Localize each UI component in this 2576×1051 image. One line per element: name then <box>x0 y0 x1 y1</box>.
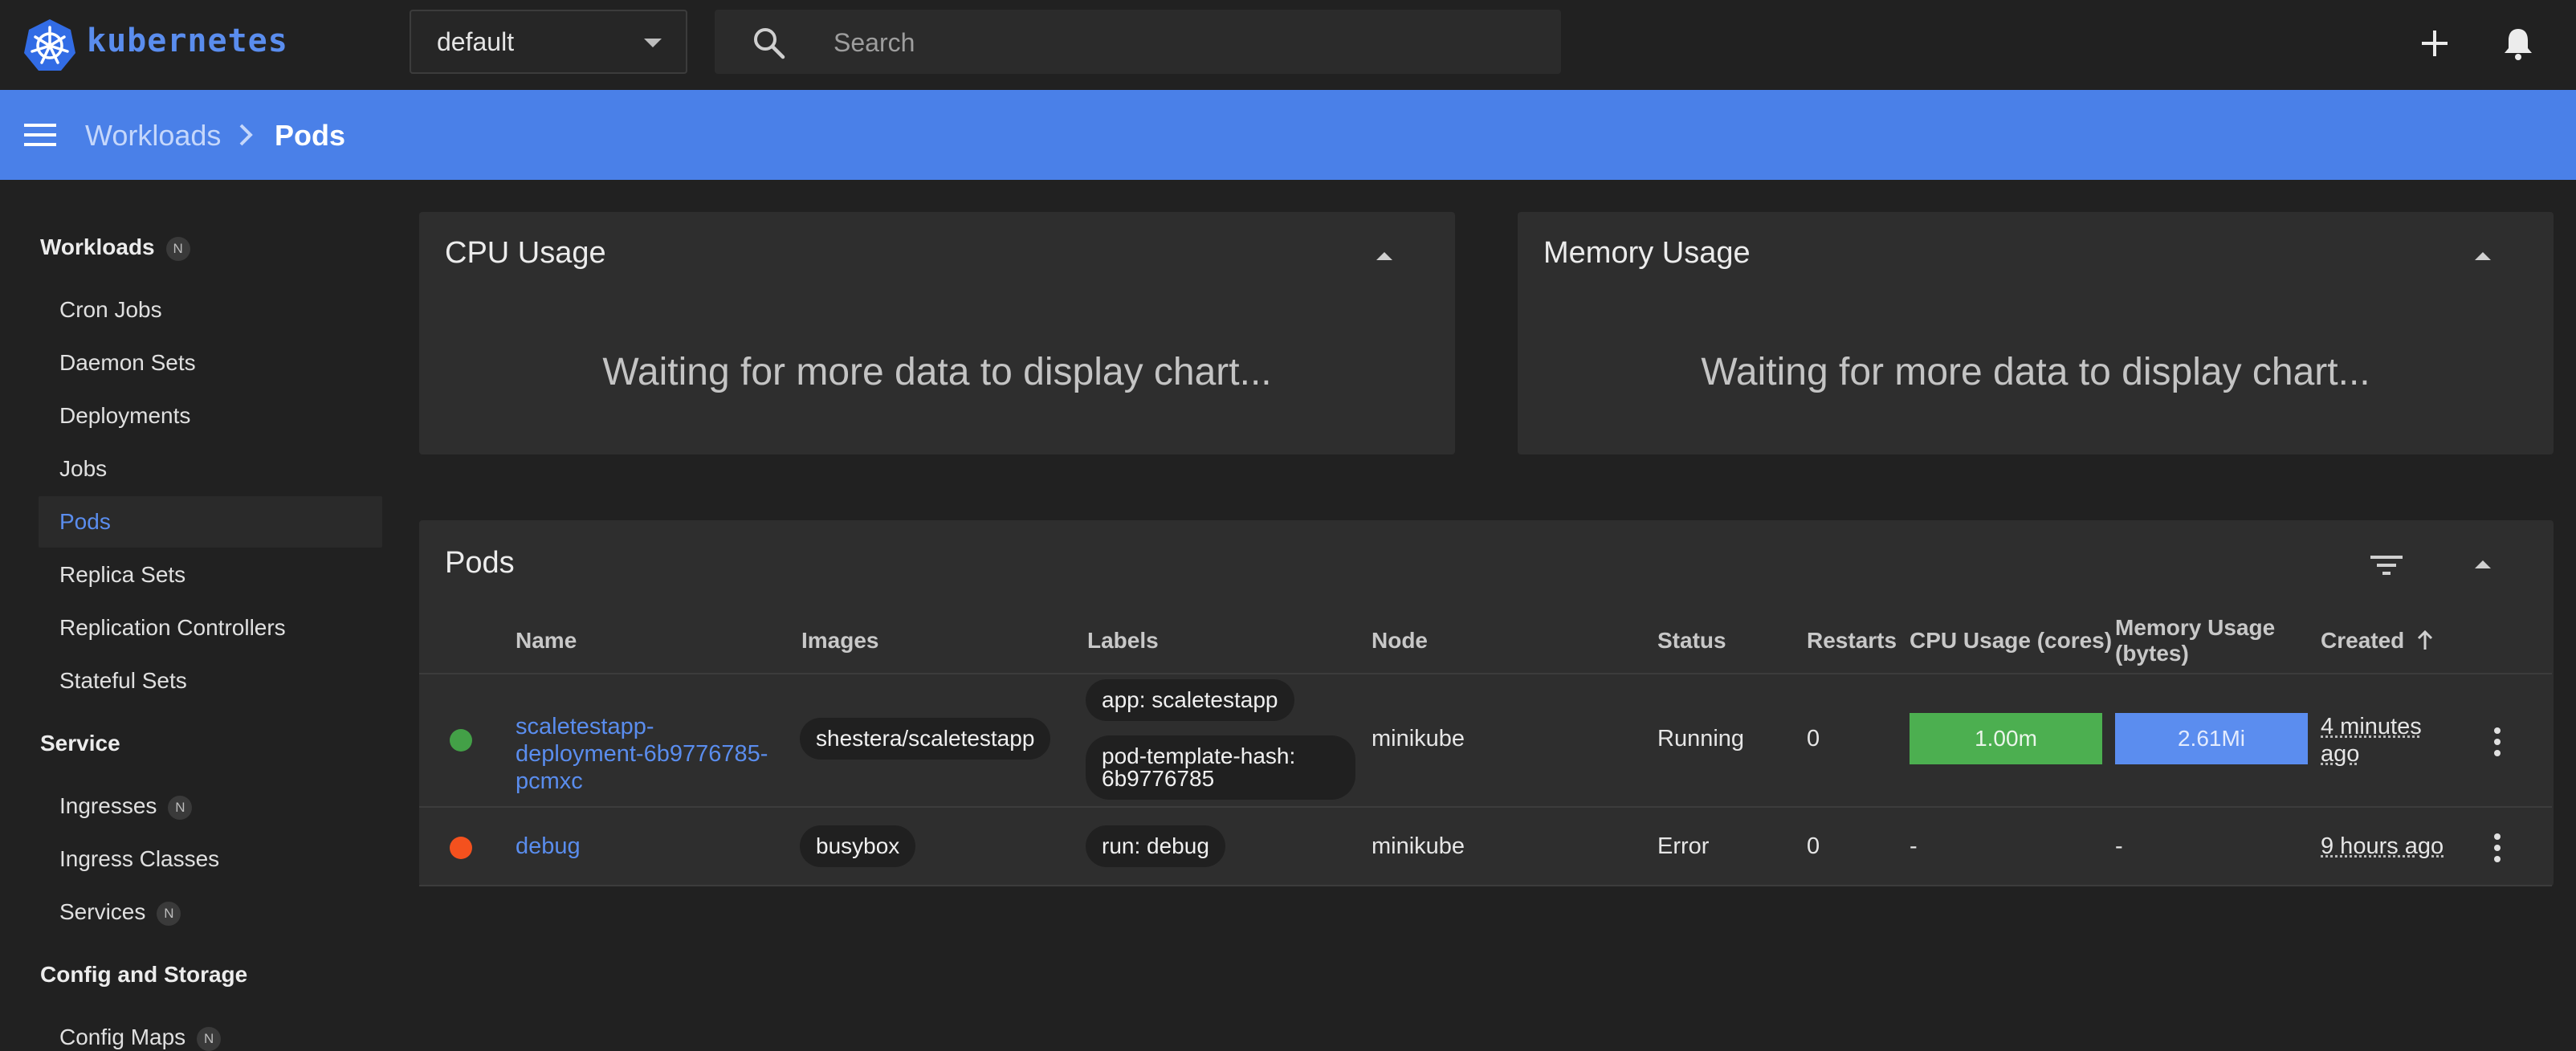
namespace-select[interactable]: default <box>410 10 687 74</box>
pod-restarts: 0 <box>1807 726 1820 752</box>
chevron-down-icon <box>644 39 662 47</box>
pod-status: Running <box>1657 726 1745 752</box>
column-header-cpu: CPU Usage (cores) <box>1910 628 2113 653</box>
brand-name[interactable]: kubernetes <box>87 22 288 59</box>
sidebar: Workloads N Cron Jobs Daemon Sets Deploym… <box>0 180 393 1051</box>
chevron-right-icon <box>239 124 253 146</box>
memory-waiting-message: Waiting for more data to display chart..… <box>1701 351 2370 393</box>
sidebar-item-services[interactable]: Services N <box>59 899 181 926</box>
cpu-usage-card: CPU Usage Waiting for more data to displ… <box>419 212 1455 454</box>
status-running-icon <box>450 729 472 752</box>
search-input[interactable] <box>832 21 1526 64</box>
more-vert-icon[interactable] <box>2494 833 2502 867</box>
sidebar-item-stateful-sets[interactable]: Stateful Sets <box>59 668 187 694</box>
cpu-usage-title: CPU Usage <box>445 236 606 270</box>
sidebar-section-label: Workloads <box>40 234 155 259</box>
sidebar-item-replication-controllers[interactable]: Replication Controllers <box>59 615 286 641</box>
pod-created: 4 minutes ago <box>2321 714 2422 767</box>
sidebar-section-workloads[interactable]: Workloads N <box>40 234 190 261</box>
collapse-icon[interactable] <box>1376 252 1392 260</box>
sidebar-item-replica-sets[interactable]: Replica Sets <box>59 562 185 588</box>
image-chip: busybox <box>800 825 916 867</box>
row-divider <box>419 673 2552 674</box>
new-badge: N <box>197 1026 222 1051</box>
collapse-icon[interactable] <box>2475 560 2491 568</box>
sidebar-item-pods[interactable]: Pods <box>59 509 111 535</box>
bell-icon[interactable] <box>2499 24 2537 63</box>
new-badge: N <box>168 795 193 820</box>
pod-name-link[interactable]: debug <box>516 833 581 860</box>
sidebar-item-cron-jobs[interactable]: Cron Jobs <box>59 297 162 323</box>
pod-node: minikube <box>1372 726 1465 752</box>
collapse-icon[interactable] <box>2475 252 2491 260</box>
memory-usage-title: Memory Usage <box>1543 236 1751 270</box>
column-header-created[interactable]: Created <box>2321 628 2435 654</box>
cpu-usage-bar: 1.00m <box>1910 713 2102 764</box>
sidebar-item-daemon-sets[interactable]: Daemon Sets <box>59 350 196 376</box>
breadcrumb-current: Pods <box>275 119 346 152</box>
memory-usage-bar: 2.61Mi <box>2115 713 2308 764</box>
top-bar: kubernetes default <box>0 0 2576 91</box>
label-chip: run: debug <box>1086 825 1225 867</box>
status-error-icon <box>450 837 472 859</box>
pods-card: Pods Name Images Labels Node Status Rest… <box>419 520 2554 886</box>
filter-icon[interactable] <box>2369 551 2404 580</box>
label-chip: pod-template-hash: 6b9776785 <box>1086 735 1355 800</box>
label-chip: app: scaletestapp <box>1086 679 1294 721</box>
cpu-waiting-message: Waiting for more data to display chart..… <box>602 351 1272 393</box>
column-header-labels: Labels <box>1087 628 1159 653</box>
row-divider <box>419 806 2552 808</box>
image-chip: shestera/scaletestapp <box>800 718 1051 760</box>
pods-title: Pods <box>445 546 515 580</box>
breadcrumb-workloads[interactable]: Workloads <box>85 119 221 153</box>
column-header-restarts: Restarts <box>1807 628 1897 653</box>
new-badge: N <box>157 901 181 926</box>
pod-name-link[interactable]: scaletestapp-deployment-6b9776785-pcmxc <box>516 713 781 795</box>
sidebar-item-label: Ingresses <box>59 793 157 818</box>
search-bar[interactable] <box>715 10 1561 74</box>
pod-memory: - <box>2115 833 2123 859</box>
pod-cpu: - <box>1910 833 1918 859</box>
sidebar-section-service[interactable]: Service <box>40 731 120 756</box>
sidebar-item-ingresses[interactable]: Ingresses N <box>59 793 193 820</box>
row-divider <box>419 885 2552 886</box>
arrow-up-icon <box>2417 629 2433 650</box>
breadcrumb-bar: Workloads Pods <box>0 90 2576 180</box>
namespace-value: default <box>437 27 515 56</box>
pod-created: 9 hours ago <box>2321 833 2444 859</box>
memory-usage-card: Memory Usage Waiting for more data to di… <box>1518 212 2554 454</box>
menu-icon[interactable] <box>24 120 56 149</box>
column-header-node: Node <box>1372 628 1428 653</box>
new-badge: N <box>165 236 190 261</box>
pod-restarts: 0 <box>1807 833 1820 859</box>
kubernetes-logo-icon[interactable] <box>22 18 77 72</box>
sidebar-item-ingress-classes[interactable]: Ingress Classes <box>59 846 219 872</box>
search-icon <box>754 28 785 59</box>
sidebar-item-deployments[interactable]: Deployments <box>59 403 190 429</box>
sidebar-section-config-storage[interactable]: Config and Storage <box>40 962 247 988</box>
column-header-memory: Memory Usage (bytes) <box>2115 615 2276 666</box>
sidebar-item-jobs[interactable]: Jobs <box>59 456 107 482</box>
column-header-status: Status <box>1657 628 1726 653</box>
sidebar-item-label: Services <box>59 899 146 924</box>
column-header-name[interactable]: Name <box>516 628 577 654</box>
more-vert-icon[interactable] <box>2494 727 2502 761</box>
sidebar-item-label: Config Maps <box>59 1025 186 1049</box>
plus-icon[interactable] <box>2415 24 2454 63</box>
pod-node: minikube <box>1372 833 1465 859</box>
pod-status: Error <box>1657 833 1710 859</box>
column-header-created-label: Created <box>2321 628 2405 653</box>
column-header-images: Images <box>801 628 879 653</box>
